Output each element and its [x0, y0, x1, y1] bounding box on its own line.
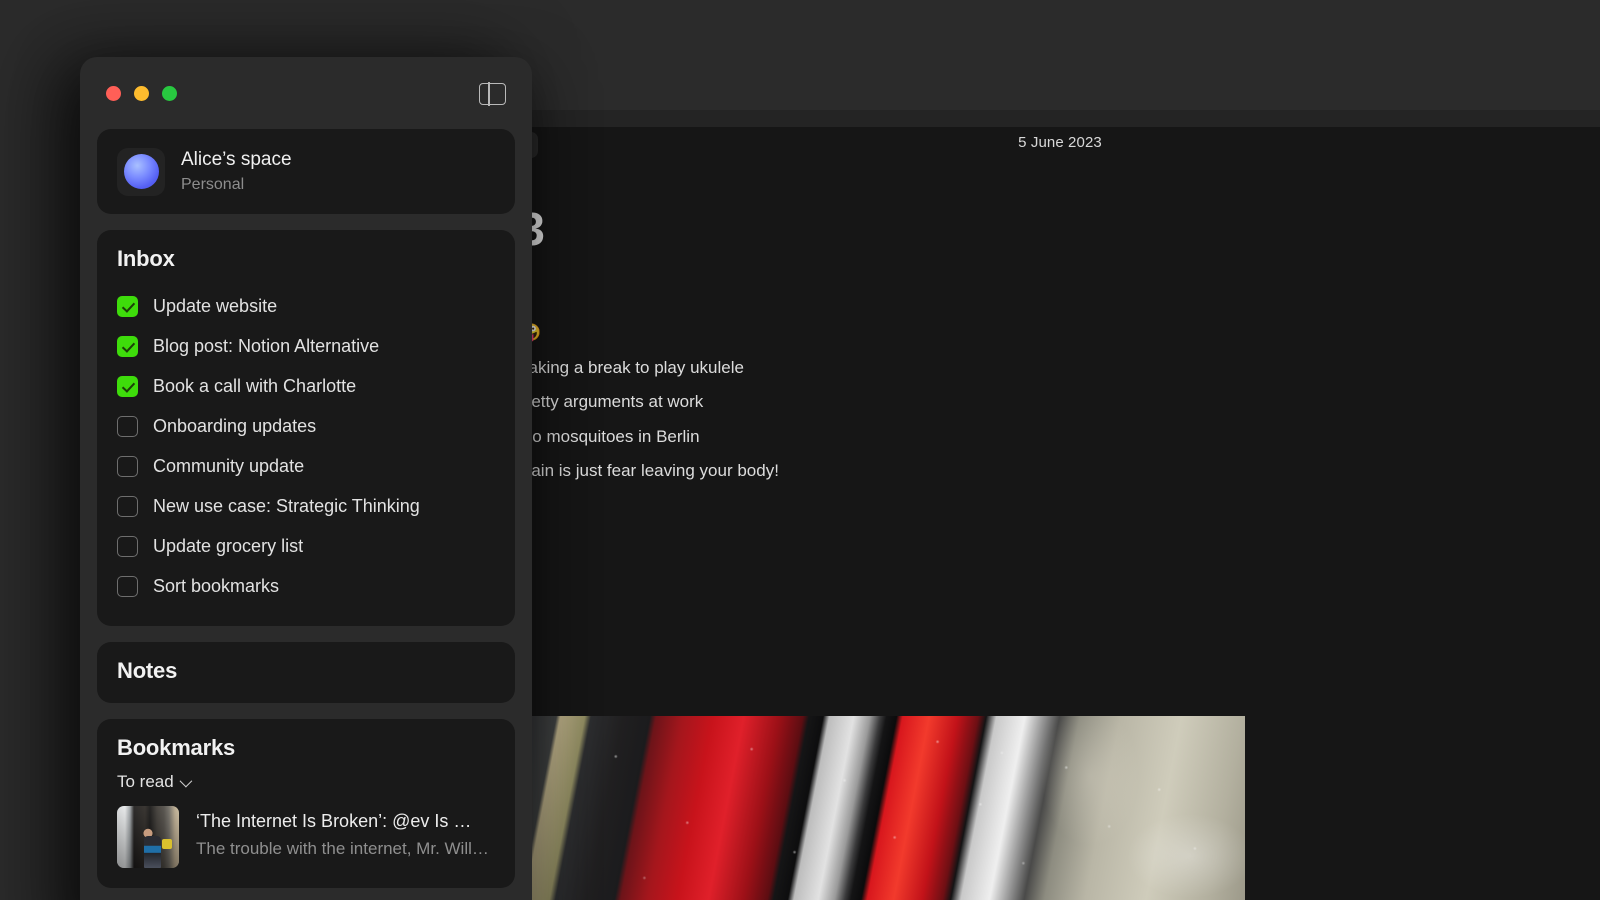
bookmark-title: ‘The Internet Is Broken’: @ev Is …	[196, 809, 489, 833]
minimize-button[interactable]	[134, 86, 149, 101]
task-label: Update grocery list	[153, 536, 303, 557]
zoom-button[interactable]	[162, 86, 177, 101]
photo-water-droplets	[530, 716, 1245, 900]
property-row: What I’m grateful for No mosquitoes in B…	[520, 427, 1390, 462]
list-item[interactable]: ‘The Internet Is Broken’: @ev Is … The t…	[117, 806, 495, 868]
photo-of-the-day	[530, 716, 1245, 900]
property-row: What drained my energy Petty arguments a…	[520, 392, 1390, 427]
list-item[interactable]: Update website	[117, 286, 495, 326]
todo-section-heading: Top 3 prios of the day	[520, 525, 1390, 549]
task-label: Sort bookmarks	[153, 576, 279, 597]
main-app-window: 5 June 2023 5 June 2023 Journal entry Mo…	[520, 110, 1600, 900]
task-checkbox[interactable]	[117, 536, 138, 557]
avatar-orb-icon	[124, 154, 159, 189]
list-item[interactable]: Update grocery list	[117, 526, 495, 566]
notes-widget[interactable]: Notes	[97, 642, 515, 703]
window-traffic-lights	[106, 86, 177, 101]
task-checkbox[interactable]	[117, 416, 138, 437]
todo-item[interactable]: Buy eggs	[520, 565, 1390, 585]
bookmark-thumbnail-person	[144, 836, 161, 868]
app-titlebar	[520, 110, 1600, 127]
bookmarks-widget: Bookmarks To read ‘The Internet Is Broke…	[97, 719, 515, 888]
sidebar-titlebar	[80, 57, 532, 129]
property-value[interactable]: Taking a break to play ukulele	[520, 358, 744, 378]
task-label: Blog post: Notion Alternative	[153, 336, 379, 357]
inbox-widget: Inbox Update website Blog post: Notion A…	[97, 230, 515, 626]
sidebar-window: Alice’s space Personal Inbox Update webs…	[80, 57, 532, 900]
screen: 5 June 2023 5 June 2023 Journal entry Mo…	[0, 0, 1600, 900]
task-label: New use case: Strategic Thinking	[153, 496, 420, 517]
bookmark-text: ‘The Internet Is Broken’: @ev Is … The t…	[196, 806, 489, 862]
close-button[interactable]	[106, 86, 121, 101]
sidebar-toggle-icon[interactable]	[479, 83, 506, 105]
space-name: Alice’s space	[181, 147, 292, 173]
bookmarks-title: Bookmarks	[117, 735, 495, 761]
task-checkbox[interactable]	[117, 496, 138, 517]
page-title: 5 June 2023	[520, 205, 1390, 253]
property-value[interactable]: Pain is just fear leaving your body!	[520, 461, 779, 481]
list-item[interactable]: Onboarding updates	[117, 406, 495, 446]
avatar	[117, 148, 165, 196]
space-switcher[interactable]: Alice’s space Personal	[97, 129, 515, 214]
task-checkbox[interactable]	[117, 576, 138, 597]
page-subtitle: Journal entry	[520, 267, 1390, 287]
task-checkbox[interactable]	[117, 456, 138, 477]
property-list: Mood upon waking 🤪 What gave me energy T…	[520, 323, 1390, 496]
task-checkbox[interactable]	[117, 296, 138, 317]
property-value[interactable]: No mosquitoes in Berlin	[520, 427, 700, 447]
property-row: Advice of the day Pain is just fear leav…	[520, 461, 1390, 496]
space-subtitle: Personal	[181, 174, 292, 196]
document-body: 5 June 2023 Journal entry Mood upon waki…	[520, 205, 1390, 715]
task-label: Update website	[153, 296, 277, 317]
list-item[interactable]: Book a call with Charlotte	[117, 366, 495, 406]
bookmark-thumbnail	[117, 806, 179, 868]
list-item[interactable]: Sort bookmarks	[117, 566, 495, 606]
list-item[interactable]: Community update	[117, 446, 495, 486]
document-date-header: 5 June 2023	[520, 134, 1600, 151]
todo-item[interactable]: Call mom	[520, 637, 1390, 657]
task-label: Book a call with Charlotte	[153, 376, 356, 397]
property-value[interactable]: Petty arguments at work	[520, 392, 703, 412]
bookmark-description: The trouble with the internet, Mr. Will…	[196, 837, 489, 862]
task-checkbox[interactable]	[117, 376, 138, 397]
todo-item[interactable]: Order coffee beans	[520, 601, 1390, 621]
bookmark-thumbnail-accent	[162, 839, 172, 849]
photo-section-heading: Photo of the day	[520, 691, 1390, 715]
list-item[interactable]: New use case: Strategic Thinking	[117, 486, 495, 526]
bookmarks-filter-label: To read	[117, 772, 174, 792]
task-label: Onboarding updates	[153, 416, 316, 437]
task-label: Community update	[153, 456, 304, 477]
bookmarks-filter-dropdown[interactable]: To read	[117, 772, 189, 792]
property-row: What gave me energy Taking a break to pl…	[520, 358, 1390, 393]
space-text: Alice’s space Personal	[181, 147, 292, 196]
task-checkbox[interactable]	[117, 336, 138, 357]
list-item[interactable]: Blog post: Notion Alternative	[117, 326, 495, 366]
property-row: Mood upon waking 🤪	[520, 323, 1390, 358]
notes-title: Notes	[117, 658, 495, 684]
chevron-down-icon	[179, 774, 192, 787]
inbox-title: Inbox	[117, 246, 495, 272]
